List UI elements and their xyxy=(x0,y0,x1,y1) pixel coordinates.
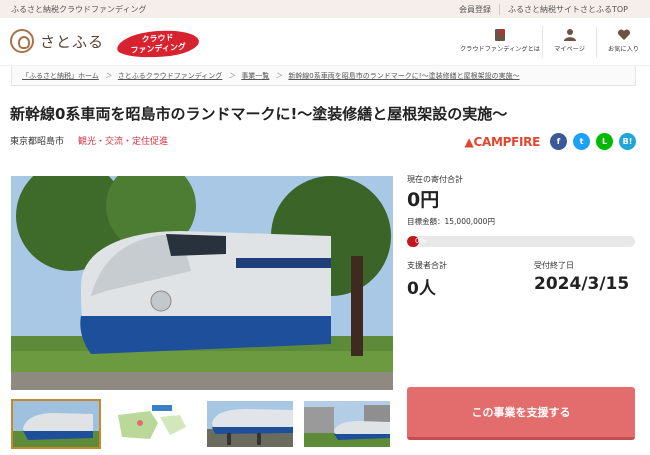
register-link[interactable]: 会員登録 xyxy=(451,4,499,15)
breadcrumb: 「ふるさと納税」ホーム ＞ さとふるクラウドファンディング ＞ 事業一覧 ＞ 新幹線0… xyxy=(11,66,636,86)
campfire-text: CAMPFIRE xyxy=(473,134,540,149)
page-title: 新幹線0系車両を昭島市のランドマークに!～塗装修繕と屋根架設の実施～ xyxy=(10,105,508,123)
deadline-block: 受付終了日 2024/3/15 xyxy=(534,260,636,299)
hatena-bookmark-button[interactable]: B! xyxy=(619,133,636,150)
share-bar: ▲CAMPFIRE f t L B! xyxy=(465,133,636,150)
top-links: 会員登録 ふるさと納税サイトさとふるTOP xyxy=(451,4,636,15)
user-icon xyxy=(543,26,596,44)
project-location[interactable]: 東京都昭島市 xyxy=(10,134,64,147)
satofull-top-link[interactable]: ふるさと納税サイトさとふるTOP xyxy=(498,4,636,15)
thumbnail-image[interactable] xyxy=(11,399,101,449)
favorites-label: お気に入り xyxy=(608,46,639,53)
supporters-value: 0人 xyxy=(407,279,436,299)
about-crowdfunding-label: クラウドファンディングとは xyxy=(459,46,540,53)
breadcrumb-crowdfunding[interactable]: さとふるクラウドファンディング xyxy=(118,71,223,81)
photo-thumbnails xyxy=(11,399,392,449)
breadcrumb-current[interactable]: 新幹線0系車両を昭島市のランドマークに!～塗装修繕と屋根架設の実施～ xyxy=(288,71,519,81)
funding-stats: 現在の寄付合計 0円 目標金額：15,000,000円 0% xyxy=(407,174,636,247)
about-crowdfunding-button[interactable]: クラウドファンディングとは xyxy=(458,26,542,58)
logo-mark-icon xyxy=(10,29,34,53)
twitter-share-button[interactable]: t xyxy=(573,133,590,150)
breadcrumb-separator: ＞ xyxy=(228,71,236,80)
thumbnail-image[interactable] xyxy=(108,399,198,449)
mypage-button[interactable]: マイページ xyxy=(542,26,596,58)
project-meta: 東京都昭島市 観光・交流・定住促進 xyxy=(10,134,168,147)
deadline-value: 2024/3/15 xyxy=(534,274,630,294)
support-project-button[interactable]: この事業を支援する xyxy=(407,387,635,440)
favorites-button[interactable]: お気に入り xyxy=(596,26,650,58)
supporters-label: 支援者合計 xyxy=(407,261,447,270)
goal-amount: 目標金額：15,000,000円 xyxy=(407,217,495,226)
site-tagline: ふるさと納税クラウドファンディング xyxy=(11,5,147,14)
facebook-share-button[interactable]: f xyxy=(550,133,567,150)
thumbnail-image[interactable] xyxy=(205,399,295,449)
heart-icon xyxy=(597,26,650,44)
progress-percent: 0% xyxy=(415,237,427,245)
current-total-label: 現在の寄付合計 xyxy=(407,175,463,184)
breadcrumb-separator: ＞ xyxy=(104,71,112,80)
mypage-label: マイページ xyxy=(554,46,585,53)
breadcrumb-home[interactable]: 「ふるさと納税」ホーム xyxy=(22,71,99,81)
main-photo xyxy=(11,176,393,390)
header-nav: クラウドファンディングとは マイページ お気に入り xyxy=(458,26,650,58)
breadcrumb-projects[interactable]: 事業一覧 xyxy=(241,71,269,81)
supporters-deadline-row: 支援者合計 0人 受付終了日 2024/3/15 xyxy=(407,260,636,299)
campfire-logo: ▲CAMPFIRE xyxy=(464,134,541,149)
top-bar: ふるさと納税クラウドファンディング 会員登録 ふるさと納税サイトさとふるTOP xyxy=(0,0,650,18)
breadcrumb-separator: ＞ xyxy=(275,71,283,80)
current-total-value: 0円 xyxy=(407,189,440,211)
project-category[interactable]: 観光・交流・定住促進 xyxy=(78,134,168,147)
book-icon xyxy=(458,26,542,44)
deadline-label: 受付終了日 xyxy=(534,261,574,270)
site-logo[interactable]: さとふる xyxy=(10,29,104,53)
supporters-block: 支援者合計 0人 xyxy=(407,260,534,299)
line-share-button[interactable]: L xyxy=(596,133,613,150)
crowdfunding-badge[interactable]: クラウド ファンディング xyxy=(116,28,200,60)
site-header: さとふる クラウド ファンディング クラウドファンディングとは マイページ お気… xyxy=(0,18,650,66)
thumbnail-image[interactable] xyxy=(302,399,392,449)
logo-text: さとふる xyxy=(40,32,105,51)
funding-progress-bar: 0% xyxy=(407,236,635,247)
